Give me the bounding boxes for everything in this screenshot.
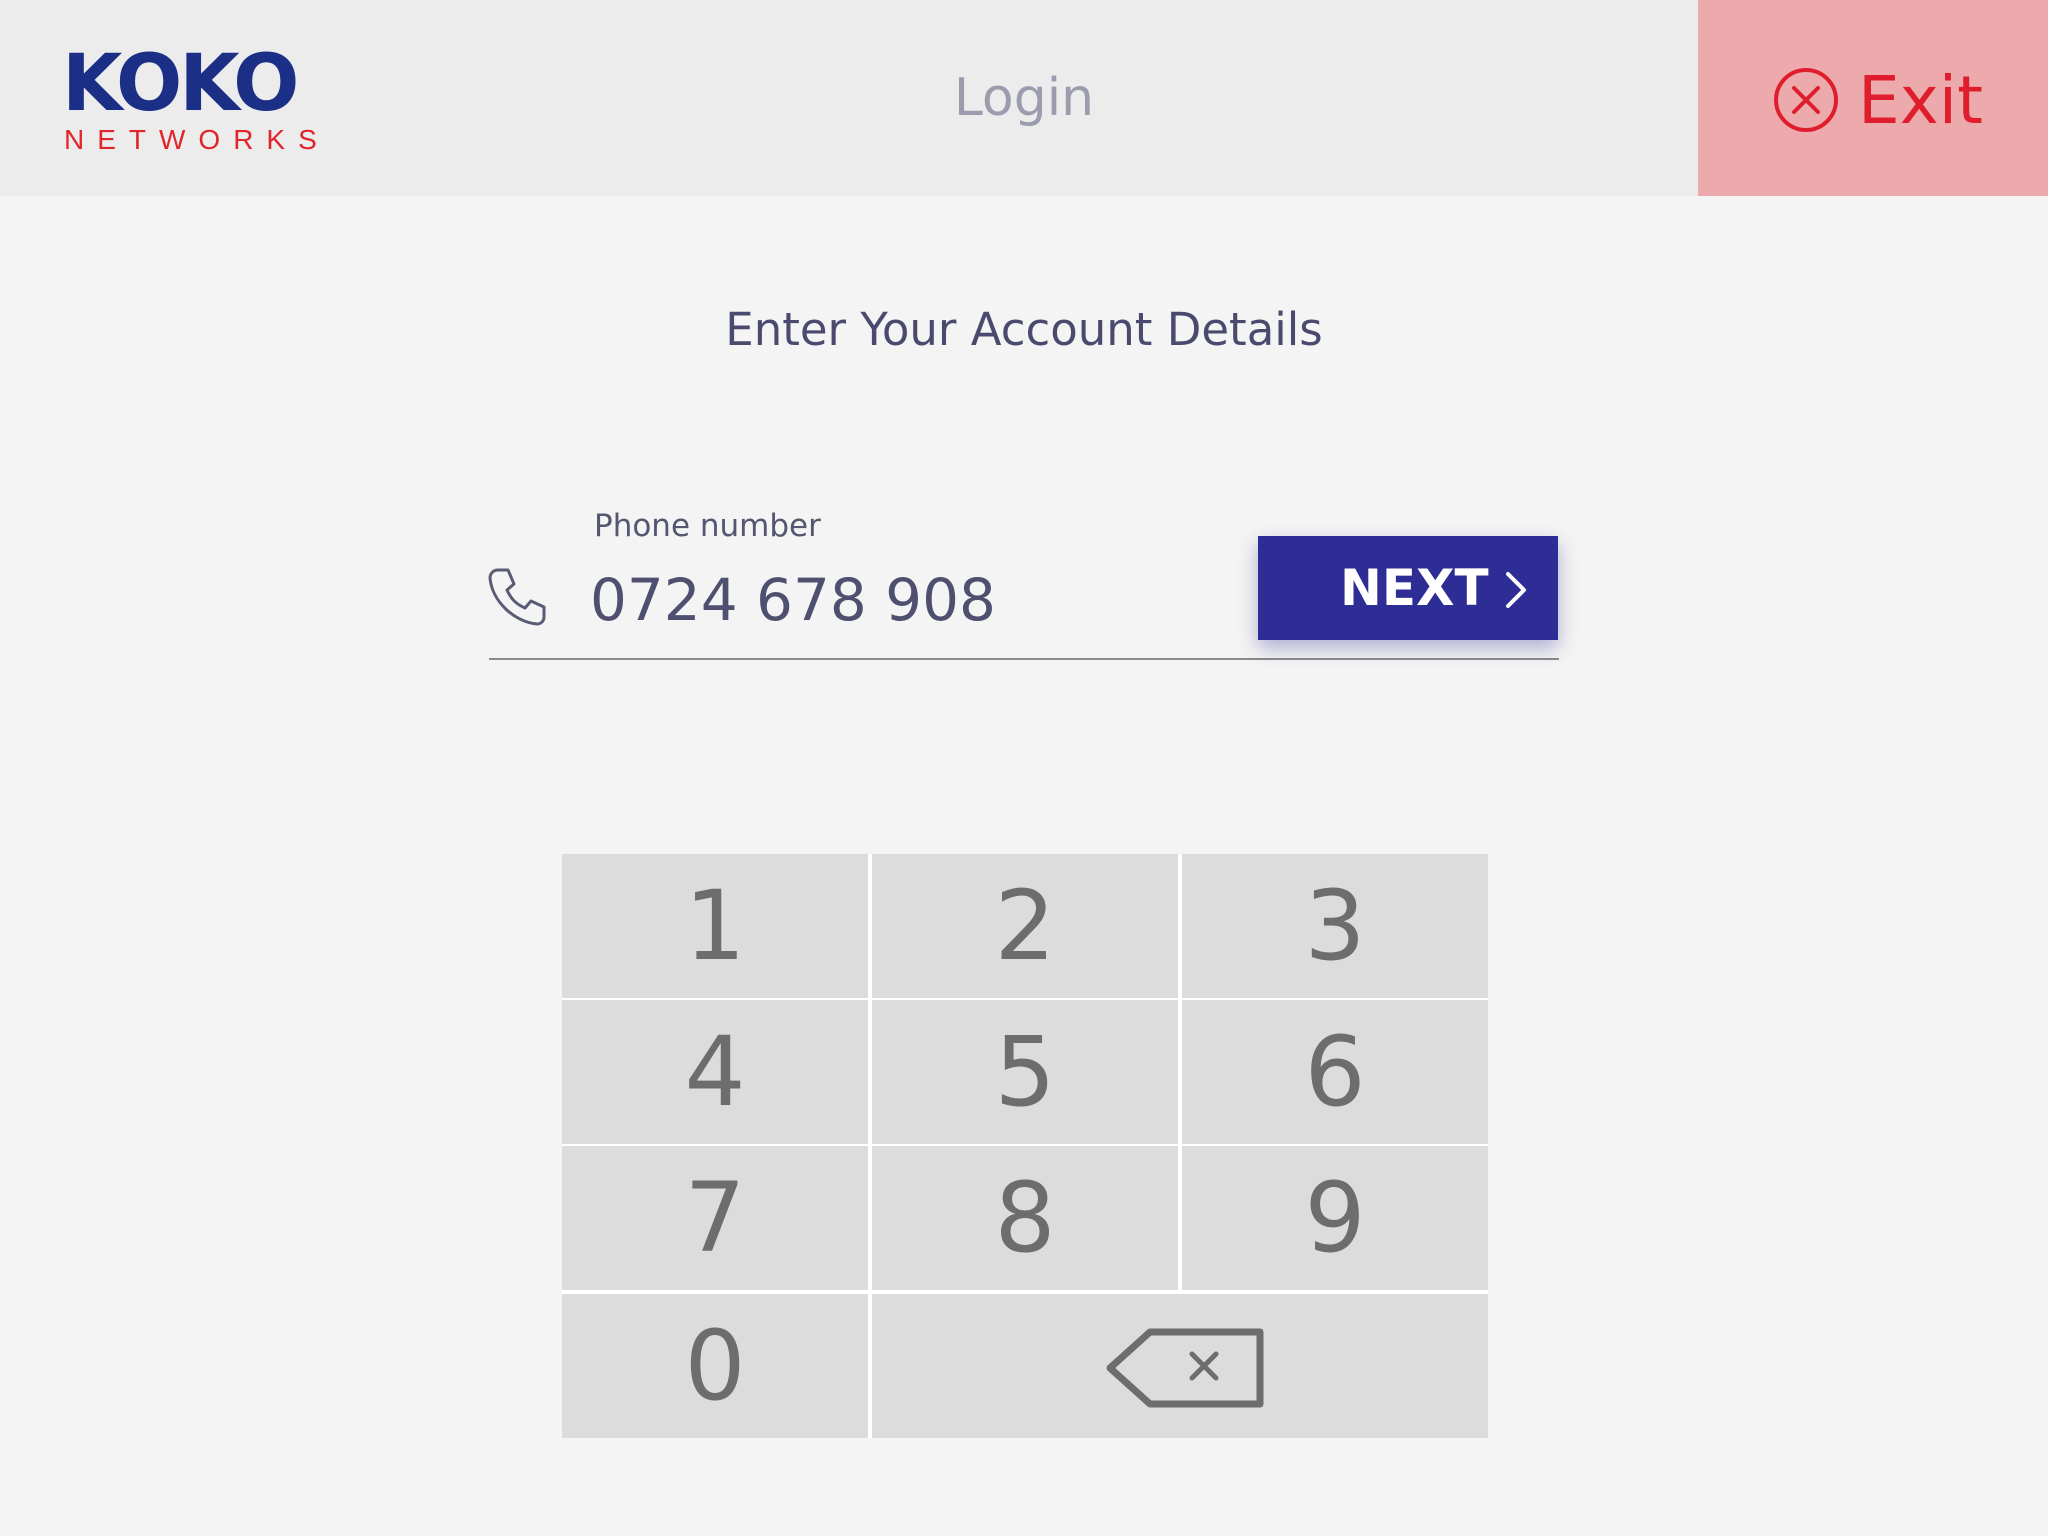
keypad-key-1[interactable]: 1 (562, 854, 868, 998)
keypad-key-label: 3 (1304, 870, 1366, 982)
keypad-key-label: 9 (1304, 1162, 1366, 1274)
keypad-key-label: 6 (1304, 1016, 1366, 1128)
keypad-key-label: 4 (684, 1016, 746, 1128)
keypad-key-2[interactable]: 2 (872, 854, 1178, 998)
keypad-key-label: 5 (994, 1016, 1056, 1128)
phone-field-label: Phone number (594, 508, 821, 544)
exit-label: Exit (1858, 62, 1983, 139)
form-heading: Enter Your Account Details (725, 303, 1323, 356)
header-bar: KOKO NETWORKS Login Exit (0, 0, 2048, 196)
phone-number-input[interactable] (590, 560, 1230, 640)
phone-icon (488, 568, 546, 626)
keypad-backspace-key[interactable] (872, 1294, 1488, 1438)
keypad-key-label: 0 (684, 1310, 746, 1422)
keypad-key-label: 8 (994, 1162, 1056, 1274)
keypad-key-8[interactable]: 8 (872, 1146, 1178, 1290)
keypad-key-5[interactable]: 5 (872, 1000, 1178, 1144)
keypad-key-6[interactable]: 6 (1182, 1000, 1488, 1144)
chevron-right-icon (1506, 572, 1526, 608)
keypad-key-label: 1 (684, 870, 746, 982)
backspace-icon (1106, 1328, 1264, 1408)
keypad-key-3[interactable]: 3 (1182, 854, 1488, 998)
keypad-key-7[interactable]: 7 (562, 1146, 868, 1290)
phone-field-underline (489, 658, 1559, 660)
next-button[interactable]: NEXT (1258, 536, 1558, 640)
keypad-key-9[interactable]: 9 (1182, 1146, 1488, 1290)
keypad-key-0[interactable]: 0 (562, 1294, 868, 1438)
exit-button[interactable]: Exit (1698, 0, 2048, 196)
keypad-key-4[interactable]: 4 (562, 1000, 868, 1144)
numeric-keypad: 1 2 3 4 5 6 7 8 9 0 (562, 854, 1488, 1438)
keypad-key-label: 7 (684, 1162, 746, 1274)
login-screen: KOKO NETWORKS Login Exit Enter Your Acco… (0, 0, 2048, 1536)
next-button-label: NEXT (1340, 559, 1489, 617)
close-circle-icon (1774, 68, 1838, 132)
keypad-key-label: 2 (994, 870, 1056, 982)
